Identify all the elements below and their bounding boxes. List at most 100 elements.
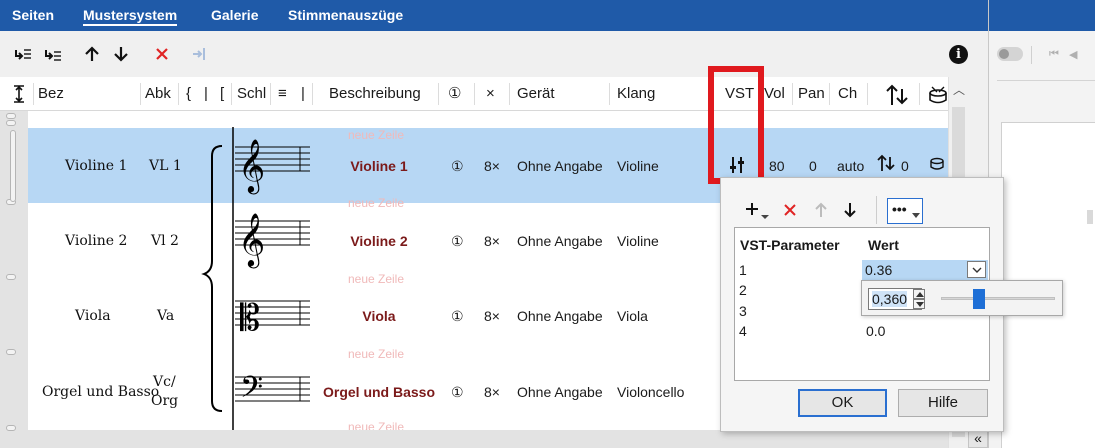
param-index[interactable]: 1 [739, 262, 747, 278]
row-handle[interactable] [6, 274, 16, 280]
row-times[interactable]: 8× [484, 308, 500, 324]
row-handle[interactable] [6, 120, 16, 126]
col-pan[interactable]: Pan [798, 77, 825, 111]
move-right-icon[interactable] [190, 43, 212, 65]
col-abk[interactable]: Abk [145, 77, 171, 111]
transpose-sort-icon[interactable] [884, 83, 910, 110]
new-row-label[interactable]: neue Zeile [346, 272, 406, 286]
param-value-selected[interactable]: 0.36 [862, 260, 988, 280]
col-bracket[interactable]: [ [220, 77, 224, 111]
col-lines[interactable]: ≡ [278, 77, 287, 111]
col-ch[interactable]: Ch [838, 77, 857, 111]
row-bez[interactable]: Viola [75, 308, 111, 324]
row-geraet[interactable]: Ohne Angabe [517, 158, 603, 174]
col-brace[interactable]: { [186, 77, 191, 111]
row-beschreibung[interactable]: Violine 2 [320, 233, 438, 249]
row-abk[interactable]: VL 1 [149, 158, 182, 174]
row-bez[interactable]: Orgel und Basso [42, 384, 159, 400]
col-bar[interactable]: | [204, 77, 208, 111]
row-ch[interactable]: auto [837, 158, 864, 174]
append-row-icon[interactable] [42, 43, 64, 65]
row-beschreibung[interactable]: Orgel und Basso [318, 384, 440, 400]
drum-icon[interactable] [929, 157, 945, 174]
transpose-icon[interactable]: ① [451, 233, 464, 250]
add-dropdown-icon[interactable] [745, 198, 775, 225]
row-times[interactable]: 8× [484, 233, 500, 249]
value-dropdown-button[interactable] [967, 261, 986, 278]
row-klang[interactable]: Viola [617, 308, 648, 324]
drum-icon[interactable] [928, 85, 948, 108]
ok-button[interactable]: OK [798, 389, 887, 417]
transpose-icon[interactable]: ① [451, 308, 464, 325]
col-geraet[interactable]: Gerät [517, 77, 555, 111]
tab-mustersystem[interactable]: Mustersystem [83, 7, 178, 26]
arrow-down-icon[interactable] [110, 43, 132, 65]
tab-stimmenauszuege[interactable]: Stimmenauszüge [288, 7, 403, 23]
col-bez[interactable]: Bez [38, 77, 64, 111]
new-row-label[interactable]: neue Zeile [346, 128, 406, 142]
col-vol[interactable]: Vol [764, 77, 785, 111]
delete-icon[interactable] [783, 203, 797, 220]
row-times[interactable]: 8× [484, 158, 500, 174]
spin-down-button[interactable] [913, 299, 925, 309]
spin-up-button[interactable] [913, 289, 925, 299]
tab-galerie[interactable]: Galerie [211, 7, 258, 23]
row-abk-line2[interactable]: Org [151, 393, 178, 409]
col-transpose[interactable]: ① [448, 77, 461, 111]
col-times[interactable]: × [486, 77, 495, 111]
param-value[interactable]: 0.0 [866, 323, 885, 339]
col-schl[interactable]: Schl [237, 77, 266, 111]
row-geraet[interactable]: Ohne Angabe [517, 233, 603, 249]
param-index[interactable]: 2 [739, 282, 747, 298]
row-handle[interactable] [6, 349, 16, 355]
transpose-icon[interactable]: ① [451, 158, 464, 175]
insert-row-icon[interactable] [12, 43, 34, 65]
row-klang[interactable]: Violine [617, 158, 659, 174]
row-geraet[interactable]: Ohne Angabe [517, 308, 603, 324]
scroll-up-icon[interactable]: ︿ [953, 81, 965, 98]
col-bar[interactable]: | [301, 77, 305, 111]
row-times[interactable]: 8× [484, 384, 500, 400]
step-back-icon[interactable]: ◀ [1069, 48, 1077, 61]
delete-icon[interactable] [151, 43, 173, 65]
skip-back-icon[interactable]: ⏮ [1049, 48, 1059, 61]
vst-highlight-box [708, 66, 764, 184]
row-handle[interactable] [6, 113, 16, 119]
row-geraet[interactable]: Ohne Angabe [517, 384, 603, 400]
value-slider-thumb[interactable] [973, 289, 985, 309]
row-klang[interactable]: Violoncello [617, 384, 684, 400]
row-bez[interactable]: Violine 2 [65, 233, 127, 249]
transpose-icon[interactable] [876, 153, 896, 176]
arrow-down-icon[interactable] [842, 201, 858, 222]
row-handle[interactable] [6, 425, 16, 431]
param-index[interactable]: 4 [739, 323, 747, 339]
col-beschreibung[interactable]: Beschreibung [329, 77, 421, 111]
toggle-switch[interactable] [997, 47, 1023, 61]
new-row-label[interactable]: neue Zeile [346, 347, 406, 361]
arrow-up-icon[interactable] [81, 43, 103, 65]
col-klang[interactable]: Klang [617, 77, 655, 111]
row-abk[interactable]: Va [157, 308, 174, 324]
arrow-up-icon[interactable] [813, 201, 829, 222]
tab-seiten[interactable]: Seiten [12, 7, 54, 23]
row-beschreibung[interactable]: Viola [320, 308, 438, 324]
row-pan[interactable]: 0 [809, 158, 817, 174]
help-button[interactable]: Hilfe [898, 389, 988, 417]
row-height-icon[interactable] [12, 84, 26, 107]
new-row-label[interactable]: neue Zeile [346, 196, 406, 210]
row-extra[interactable]: 0 [901, 158, 909, 174]
resize-handle[interactable] [1087, 210, 1093, 224]
row-abk-line1[interactable]: Vc/ [153, 374, 176, 390]
transpose-icon[interactable]: ① [451, 384, 464, 401]
collapse-button[interactable]: « [968, 430, 988, 448]
row-vol[interactable]: 80 [769, 158, 785, 174]
row-beschreibung[interactable]: Violine 1 [320, 158, 438, 174]
row-klang[interactable]: Violine [617, 233, 659, 249]
value-slider-track[interactable] [941, 297, 1055, 300]
row-abk[interactable]: Vl 2 [151, 233, 179, 249]
param-index[interactable]: 3 [739, 303, 747, 319]
row-bez[interactable]: Violine 1 [65, 158, 127, 174]
more-options-button[interactable]: ••• [887, 198, 923, 224]
row-drag-handle[interactable] [10, 130, 16, 202]
info-icon[interactable]: i [949, 45, 968, 64]
